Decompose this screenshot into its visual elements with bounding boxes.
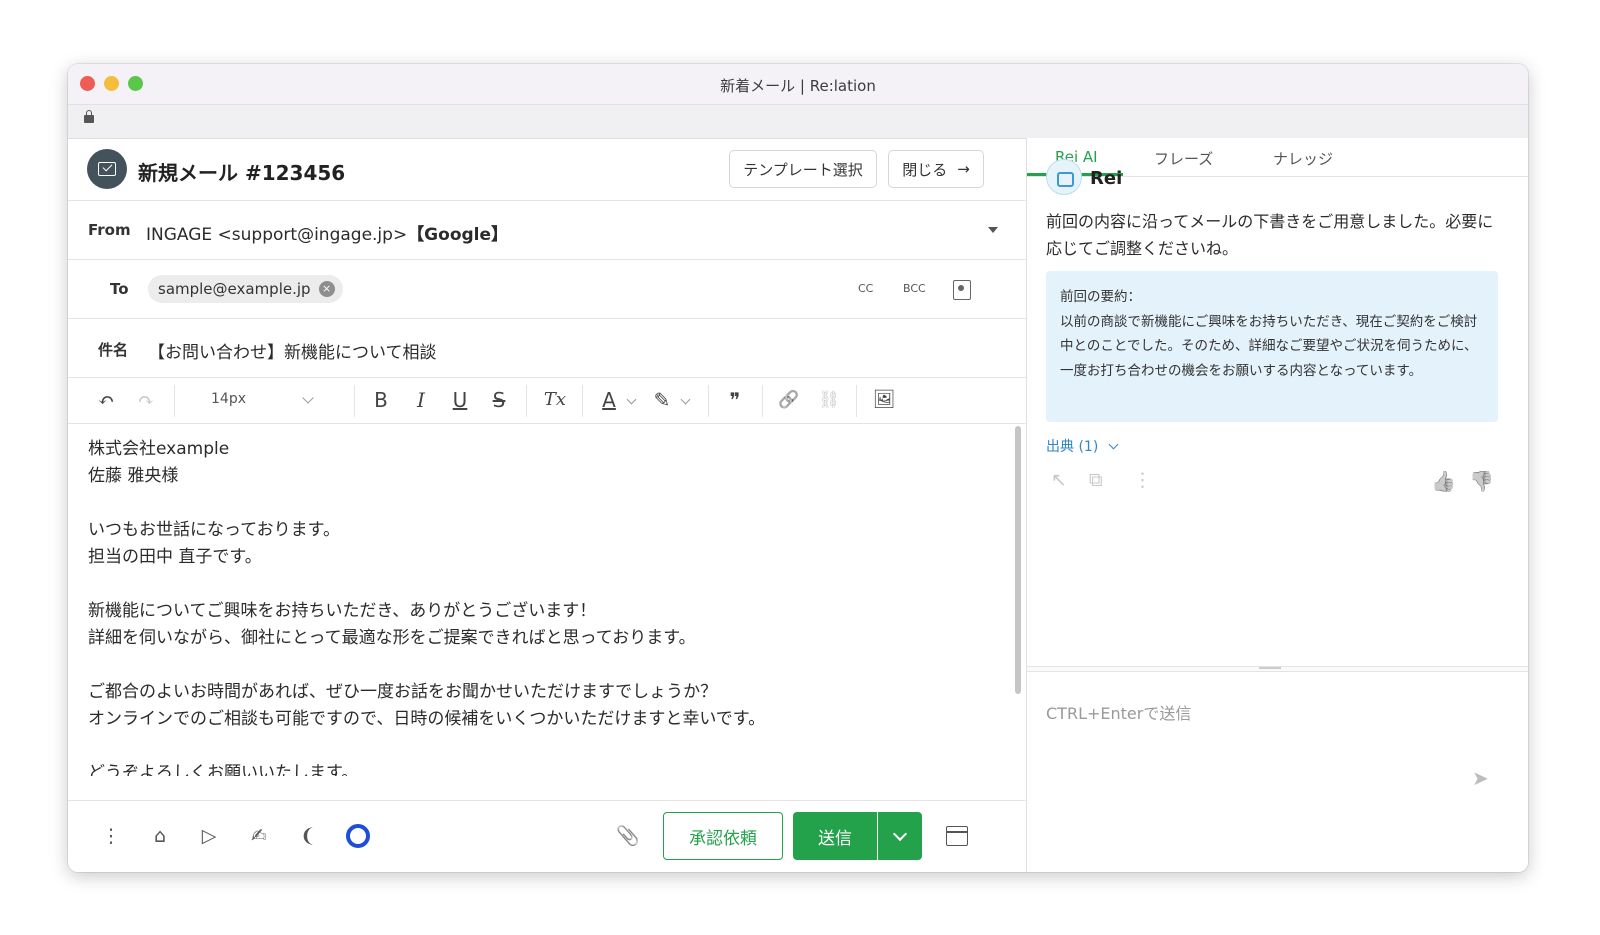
summary-body: 以前の商談で新機能にご興味をお持ちいただき、現在ご契約をご検討中とのことでした。… [1060, 313, 1478, 379]
summary-title: 前回の要約： [1060, 289, 1141, 305]
attach-icon[interactable]: 📎 [616, 825, 640, 847]
toolbar-divider [174, 385, 175, 417]
chevron-down-icon[interactable] [988, 227, 998, 233]
to-row: To sample@example.jp × CC BCC [68, 260, 1026, 319]
source-toggle[interactable]: 出典 (1) [1046, 436, 1098, 456]
remove-recipient-icon[interactable]: × [318, 281, 335, 297]
toolbar-divider [526, 385, 527, 417]
toolbar-divider [708, 385, 709, 417]
label-icon[interactable]: ▷ [198, 825, 220, 847]
highlight-icon[interactable]: ✎ [651, 387, 673, 413]
bcc-button[interactable]: BCC [903, 282, 926, 295]
message-body[interactable]: 株式会社example 佐藤 雅央様 いつもお世話になっております。 担当の田中… [88, 436, 978, 776]
font-color-icon[interactable]: A [598, 387, 620, 413]
copy-icon[interactable]: ⧉ [1089, 469, 1103, 491]
tag-icon[interactable]: ⌂ [149, 825, 171, 847]
from-row: From INGAGE <support@ingage.jp>【Google】 [68, 201, 1026, 260]
strikethrough-icon[interactable]: S [488, 387, 510, 413]
address-bar [68, 105, 1528, 139]
from-address: INGAGE <support@ingage.jp> [146, 225, 408, 245]
send-icon[interactable]: ➤ [1472, 766, 1489, 790]
app-window: 新着メール | Re:lation 新規メール #123456 テンプレート選択… [68, 64, 1528, 872]
close-button-label: 閉じる [902, 160, 948, 179]
compose-header: 新規メール #123456 テンプレート選択 閉じる → [68, 138, 1026, 201]
quote-icon[interactable]: ❞ [723, 387, 747, 413]
font-size-select[interactable]: 14px [211, 391, 246, 407]
insert-icon[interactable]: ↖ [1051, 469, 1067, 491]
redo-icon[interactable]: ↷ [134, 387, 158, 413]
toolbar-divider [856, 385, 857, 417]
unlink-icon[interactable]: ⛓ [816, 387, 842, 413]
chevron-down-icon[interactable] [680, 394, 691, 405]
from-label: From [88, 221, 131, 239]
undo-icon[interactable]: ↶ [94, 387, 118, 413]
assistant-name: Rei [1090, 168, 1123, 189]
signature-icon[interactable]: ✍ [248, 825, 270, 847]
thumbs-up-icon[interactable]: 👍 [1431, 469, 1456, 493]
image-icon[interactable]: 🖼 [871, 387, 897, 413]
underline-icon[interactable]: U [449, 387, 471, 413]
grip-icon [1259, 667, 1281, 669]
assistant-panel: Rei AI フレーズ ナレッジ Rei 前回の内容に沿ってメールの下書きをご用… [1027, 138, 1528, 872]
chevron-down-icon[interactable] [302, 392, 314, 404]
toolbar-divider [354, 385, 355, 417]
schedule-calendar-icon[interactable] [946, 826, 968, 846]
subject-input[interactable]: 【お問い合わせ】新機能について相談 [148, 338, 437, 363]
template-select-button[interactable]: テンプレート選択 [729, 150, 877, 188]
bold-icon[interactable]: B [370, 387, 392, 413]
from-select[interactable]: INGAGE <support@ingage.jp>【Google】 [146, 220, 508, 245]
close-button[interactable]: 閉じる → [888, 150, 984, 188]
lock-icon [84, 110, 94, 123]
assistant-message: 前回の内容に沿ってメールの下書きをご用意しました。必要に応じてご調整くださいね。 [1046, 212, 1494, 258]
message-editor[interactable]: 株式会社example 佐藤 雅央様 いつもお世話になっております。 担当の田中… [68, 418, 1026, 776]
send-options-dropdown[interactable] [878, 812, 922, 860]
recipient-chip[interactable]: sample@example.jp × [148, 275, 343, 303]
chevron-down-icon[interactable] [626, 394, 637, 405]
arrow-right-icon: → [957, 160, 970, 178]
subject-row: 件名 【お問い合わせ】新機能について相談 [68, 319, 1026, 378]
toolbar-divider [762, 385, 763, 417]
window-title: 新着メール | Re:lation [720, 77, 876, 95]
robot-icon [1046, 159, 1082, 195]
thumbs-down-icon[interactable]: 👎 [1469, 469, 1494, 493]
toolbar-divider [582, 385, 583, 417]
tab-phrases[interactable]: フレーズ [1154, 148, 1213, 169]
title-bar: 新着メール | Re:lation [68, 64, 1528, 105]
editor-scrollbar[interactable] [1015, 426, 1021, 694]
chat-input[interactable]: CTRL+Enterで送信 [1046, 700, 1191, 724]
clear-format-icon[interactable]: Tx [542, 387, 568, 413]
address-book-icon[interactable] [953, 280, 971, 300]
status-ring-icon[interactable] [346, 824, 370, 848]
link-icon[interactable]: 🔗 [776, 387, 802, 413]
compose-footer: ⋮ ⌂ ▷ ✍ ❨ 📎 承認依頼 送信 [68, 800, 1026, 872]
italic-icon[interactable]: I [410, 387, 432, 413]
cc-button[interactable]: CC [858, 282, 873, 295]
tab-knowledge[interactable]: ナレッジ [1273, 148, 1333, 169]
summary-box: 前回の要約： 以前の商談で新機能にご興味をお持ちいただき、現在ご契約をご検討中と… [1046, 271, 1498, 422]
compose-title: 新規メール #123456 [138, 161, 346, 185]
more-icon[interactable]: ⋮ [1133, 469, 1152, 491]
to-label: To [110, 280, 129, 298]
mail-icon [87, 149, 127, 189]
recipient-address: sample@example.jp [158, 280, 311, 298]
listen-icon[interactable]: ❨ [297, 825, 319, 847]
chevron-down-icon[interactable] [1108, 439, 1119, 450]
send-button[interactable]: 送信 [793, 812, 877, 860]
more-options-icon[interactable]: ⋮ [100, 825, 122, 847]
approval-request-button[interactable]: 承認依頼 [663, 812, 783, 860]
from-account: 【Google】 [407, 225, 509, 245]
compose-pane: 新規メール #123456 テンプレート選択 閉じる → From INGAGE… [68, 138, 1027, 872]
subject-label: 件名 [98, 341, 129, 359]
